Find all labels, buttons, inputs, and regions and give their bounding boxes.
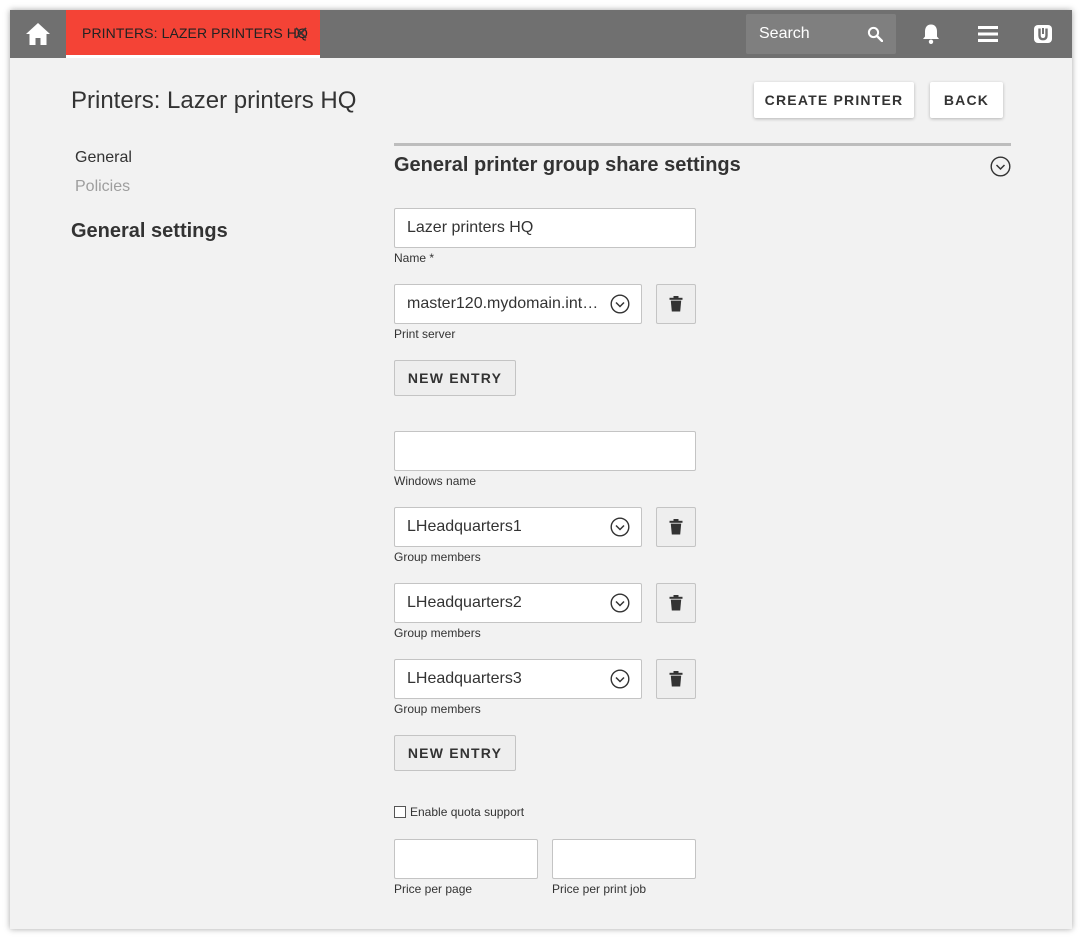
group-member-value: LHeadquarters3 bbox=[407, 670, 522, 687]
search-input[interactable]: Search bbox=[746, 14, 896, 54]
name-field[interactable] bbox=[394, 208, 696, 248]
trash-icon bbox=[669, 519, 683, 535]
chevron-down-icon bbox=[610, 517, 630, 537]
bell-icon bbox=[923, 24, 939, 44]
chevron-down-icon bbox=[610, 593, 630, 613]
group-member-value: LHeadquarters2 bbox=[407, 594, 522, 611]
price-per-page-label: Price per page bbox=[394, 882, 473, 896]
name-label: Name * bbox=[394, 251, 435, 265]
group-member-label: Group members bbox=[394, 550, 481, 564]
name-input[interactable] bbox=[407, 209, 695, 247]
menu-button[interactable] bbox=[966, 10, 1010, 58]
delete-group-member-button[interactable] bbox=[656, 507, 696, 547]
app-logo-button[interactable] bbox=[1021, 10, 1065, 58]
section-divider bbox=[394, 143, 1011, 146]
quota-checkbox-label: Enable quota support bbox=[410, 805, 525, 819]
price-per-job-label: Price per print job bbox=[552, 882, 647, 896]
print-server-select[interactable]: master120.mydomain.int… bbox=[394, 284, 642, 324]
tab-close-button[interactable] bbox=[292, 24, 310, 42]
section-title: General printer group share settings bbox=[394, 154, 741, 176]
chevron-down-icon bbox=[610, 294, 630, 314]
group-member-label: Group members bbox=[394, 626, 481, 640]
windows-name-field[interactable] bbox=[394, 431, 696, 471]
menu-icon bbox=[978, 26, 998, 42]
print-server-label: Print server bbox=[394, 327, 456, 341]
sidebar-item-policies[interactable]: Policies bbox=[75, 178, 130, 196]
trash-icon bbox=[669, 595, 683, 611]
new-group-member-entry-button[interactable]: NEW ENTRY bbox=[394, 735, 516, 771]
group-member-value: LHeadquarters1 bbox=[407, 518, 522, 535]
price-per-job-input[interactable] bbox=[565, 840, 695, 878]
top-bar: PRINTERS: LAZER PRINTERS HQ Search bbox=[10, 10, 1072, 58]
notifications-button[interactable] bbox=[909, 10, 953, 58]
create-printer-button[interactable]: CREATE PRINTER bbox=[754, 82, 914, 118]
close-icon bbox=[295, 27, 307, 39]
delete-print-server-button[interactable] bbox=[656, 284, 696, 324]
chevron-down-circle-icon[interactable] bbox=[990, 156, 1011, 177]
chevron-down-icon bbox=[610, 669, 630, 689]
group-member-select[interactable]: LHeadquarters1 bbox=[394, 507, 642, 547]
price-per-page-input[interactable] bbox=[407, 840, 537, 878]
back-button[interactable]: BACK bbox=[930, 82, 1003, 118]
search-icon bbox=[867, 26, 883, 42]
trash-icon bbox=[669, 296, 683, 312]
search-placeholder: Search bbox=[759, 25, 810, 42]
trash-icon bbox=[669, 671, 683, 687]
app-window: PRINTERS: LAZER PRINTERS HQ Search Print… bbox=[10, 10, 1072, 929]
group-member-select[interactable]: LHeadquarters3 bbox=[394, 659, 642, 699]
app-logo-icon bbox=[1034, 25, 1052, 43]
tab-label: PRINTERS: LAZER PRINTERS HQ bbox=[82, 24, 308, 41]
new-print-server-entry-button[interactable]: NEW ENTRY bbox=[394, 360, 516, 396]
sidebar-item-general[interactable]: General bbox=[75, 149, 132, 167]
windows-name-input[interactable] bbox=[407, 432, 695, 470]
home-button[interactable] bbox=[10, 10, 66, 58]
quota-checkbox[interactable] bbox=[394, 806, 406, 818]
group-member-label: Group members bbox=[394, 702, 481, 716]
delete-group-member-button[interactable] bbox=[656, 659, 696, 699]
print-server-value: master120.mydomain.int… bbox=[407, 295, 599, 312]
quota-checkbox-row[interactable]: Enable quota support bbox=[394, 805, 524, 819]
price-per-page-field[interactable] bbox=[394, 839, 538, 879]
group-member-select[interactable]: LHeadquarters2 bbox=[394, 583, 642, 623]
delete-group-member-button[interactable] bbox=[656, 583, 696, 623]
general-settings-heading: General settings bbox=[71, 220, 228, 242]
price-per-job-field[interactable] bbox=[552, 839, 696, 879]
tab-printer-group[interactable]: PRINTERS: LAZER PRINTERS HQ bbox=[66, 10, 320, 58]
home-icon bbox=[26, 23, 50, 45]
windows-name-label: Windows name bbox=[394, 474, 477, 488]
page-title: Printers: Lazer printers HQ bbox=[71, 87, 357, 114]
